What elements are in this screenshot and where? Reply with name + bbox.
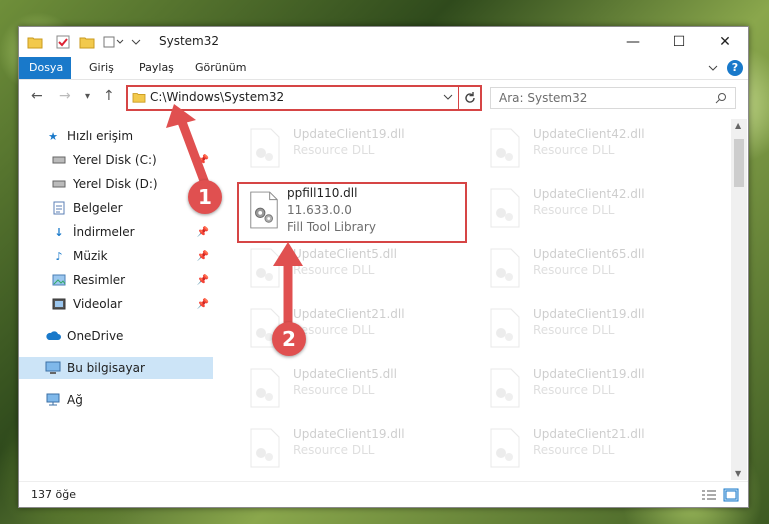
step-badge-2: 2	[272, 322, 306, 356]
step-badge-1: 1	[188, 180, 222, 214]
annotation-arrows	[166, 104, 303, 335]
